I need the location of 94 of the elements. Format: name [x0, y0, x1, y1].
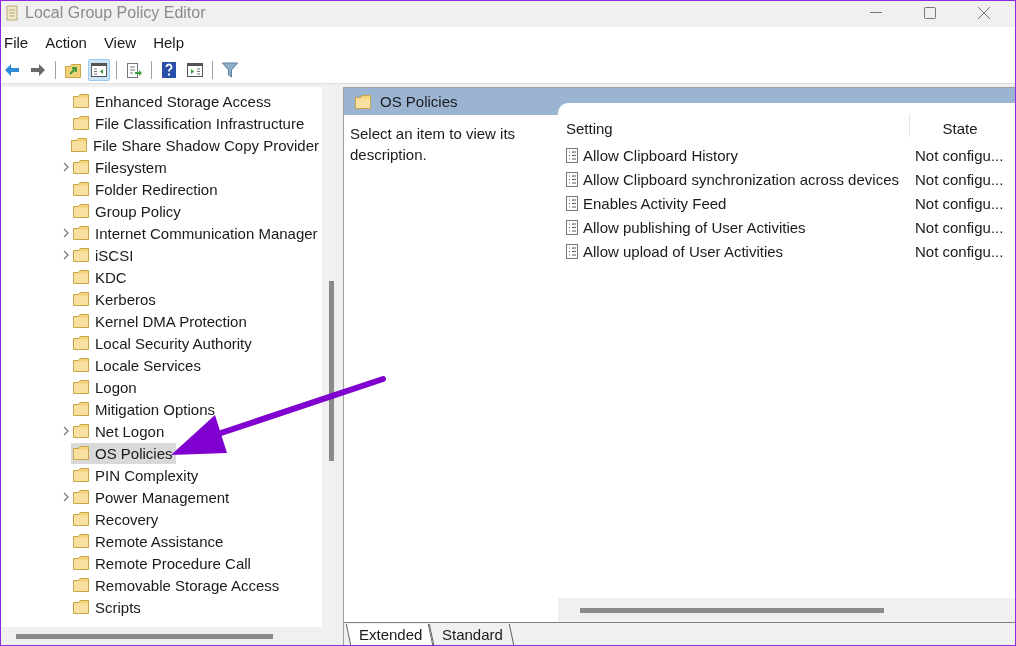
filter-icon[interactable] [222, 62, 238, 78]
tree-item[interactable]: Logon [71, 376, 140, 398]
tree-item[interactable]: File Share Shadow Copy Provider [69, 134, 322, 156]
forward-arrow-icon[interactable] [30, 63, 46, 77]
setting-name[interactable]: Allow upload of User Activities [583, 242, 784, 260]
tree-item[interactable]: Remote Assistance [71, 530, 227, 552]
tree-item[interactable]: Folder Redirection [71, 178, 221, 200]
tree-item[interactable]: Recovery [71, 508, 162, 530]
setting-name[interactable]: Allow Clipboard synchronization across devices [583, 170, 899, 188]
folder-icon [73, 160, 89, 174]
menu-item[interactable]: Help [153, 33, 184, 51]
folder-icon [73, 358, 89, 372]
policy-icon [566, 171, 578, 187]
folder-icon [73, 512, 89, 526]
folder-icon [73, 116, 89, 130]
setting-name[interactable]: Allow Clipboard History [583, 146, 739, 164]
tree-item[interactable]: PIN Complexity [71, 464, 202, 486]
folder-icon [73, 446, 89, 460]
setting-state: Not configu... [914, 170, 1004, 188]
policy-icon [566, 219, 578, 235]
menu-item[interactable]: Action [45, 33, 87, 51]
policy-icon [566, 147, 578, 163]
chevron-icon[interactable] [63, 426, 69, 436]
tree-item[interactable]: Removable Storage Access [71, 574, 283, 596]
tree-item[interactable]: Net Logon [71, 420, 168, 442]
maximize-icon[interactable] [924, 7, 936, 19]
folder-icon [355, 94, 371, 109]
tree-item[interactable]: Enhanced Storage Access [71, 90, 274, 112]
folder-icon [73, 204, 89, 218]
tree-item[interactable]: Group Policy [71, 200, 184, 222]
view-tab[interactable]: Extended [345, 624, 434, 645]
folder-icon [73, 226, 89, 240]
tree-pane-icon[interactable] [91, 63, 107, 77]
menu-item[interactable]: File [4, 33, 29, 51]
folder-up-icon[interactable] [65, 62, 81, 78]
menu-item[interactable]: View [103, 33, 137, 51]
column-header[interactable]: State [909, 114, 1010, 137]
folder-icon [73, 534, 89, 548]
setting-state: Not configu... [914, 194, 1004, 212]
folder-icon [73, 556, 89, 570]
policy-icon [566, 195, 578, 211]
folder-icon [73, 94, 89, 108]
tree-item[interactable]: iSCSI [71, 244, 137, 266]
setting-state: Not configu... [914, 146, 1004, 164]
vertical-scrollbar[interactable] [322, 87, 340, 627]
folder-icon [71, 138, 88, 152]
window-title: Local Group Policy Editor [25, 4, 207, 22]
chevron-icon[interactable] [63, 162, 69, 172]
tree-item[interactable]: Power Management [71, 486, 233, 508]
tree-item[interactable]: Remote Procedure Call [71, 552, 254, 574]
folder-icon [73, 600, 89, 614]
folder-icon [73, 468, 89, 482]
tree-item[interactable]: Kernel DMA Protection [71, 310, 250, 332]
tree-item[interactable]: Filesystem [71, 156, 170, 178]
folder-icon [73, 380, 89, 394]
setting-state: Not configu... [914, 218, 1004, 236]
folder-icon [73, 490, 89, 504]
minimize-icon[interactable] [870, 12, 882, 14]
folder-icon [73, 336, 89, 350]
chevron-icon[interactable] [63, 492, 69, 502]
help-icon[interactable] [162, 62, 176, 78]
view-tab[interactable]: Standard [429, 624, 515, 645]
horizontal-scrollbar[interactable] [558, 598, 1015, 622]
folder-icon [73, 292, 89, 306]
tree-item[interactable]: KDC [71, 266, 130, 288]
setting-state: Not configu... [914, 242, 1004, 260]
tree-item[interactable]: File Classification Infrastructure [71, 112, 308, 134]
export-list-icon[interactable] [126, 62, 142, 78]
setting-name[interactable]: Allow publishing of User Activities [583, 218, 806, 236]
tree-item[interactable]: Locale Services [71, 354, 204, 376]
chevron-icon[interactable] [63, 250, 69, 260]
tree-item[interactable]: Internet Communication Manager [71, 222, 321, 244]
tree-item[interactable]: OS Policies [71, 442, 176, 464]
tree-item[interactable]: Mitigation Options [71, 398, 219, 420]
close-icon[interactable] [978, 7, 990, 19]
description-text: Select an item to view its description. [349, 124, 517, 165]
folder-icon [73, 270, 89, 284]
folder-icon [73, 314, 89, 328]
chevron-icon[interactable] [63, 228, 69, 238]
folder-icon [73, 248, 89, 262]
back-arrow-icon[interactable] [4, 63, 20, 77]
tree-item[interactable]: Scripts [71, 596, 144, 618]
policy-icon [566, 243, 578, 259]
action-pane-icon[interactable] [187, 63, 203, 77]
tree-item[interactable]: Local Security Authority [71, 332, 255, 354]
app-icon [5, 4, 19, 22]
tree-item[interactable]: Kerberos [71, 288, 159, 310]
folder-icon [73, 182, 89, 196]
folder-icon [73, 424, 89, 438]
column-header[interactable]: Setting [558, 120, 909, 137]
horizontal-scrollbar[interactable] [1, 627, 340, 645]
setting-name[interactable]: Enables Activity Feed [583, 194, 727, 212]
folder-icon [73, 578, 89, 592]
folder-icon [73, 402, 89, 416]
